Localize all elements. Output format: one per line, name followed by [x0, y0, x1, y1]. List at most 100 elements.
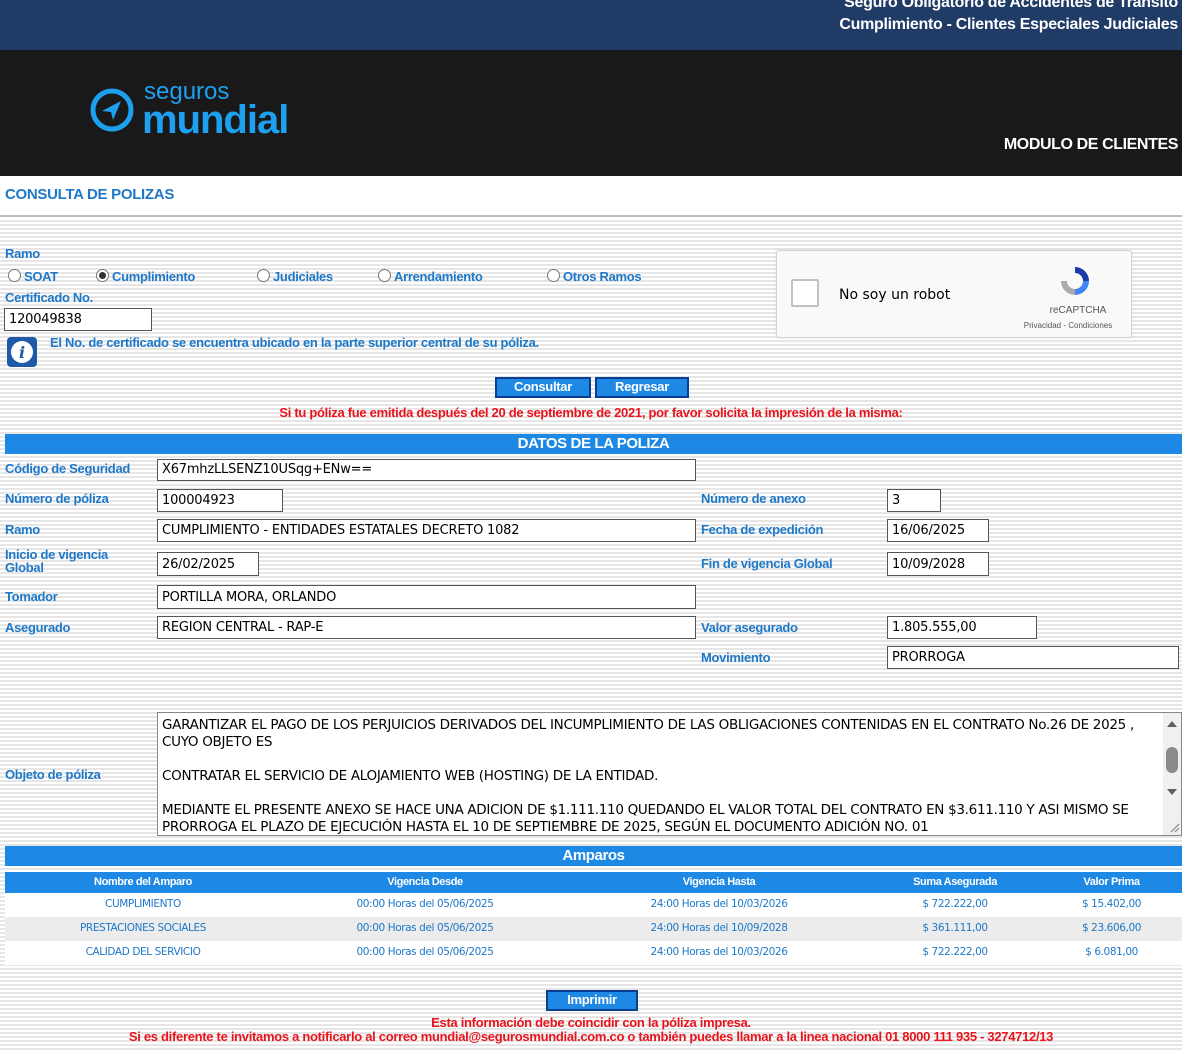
header-title-line1: Seguro Obligatorio de Accidentes de Trán…	[844, 0, 1178, 11]
radio-soat[interactable]: SOAT	[8, 269, 58, 284]
info-icon-glyph: i	[11, 341, 33, 363]
radio-otros-ramos-control[interactable]	[547, 269, 560, 282]
table-header: Nombre del Amparo Vigencia Desde Vigenci…	[5, 872, 1182, 893]
radio-arrendamiento-control[interactable]	[378, 269, 391, 282]
recaptcha-widget: No soy un robot reCAPTCHA Privacidad - C…	[776, 250, 1132, 338]
objeto-textarea[interactable]: GARANTIZAR EL PAGO DE LOS PERJUICIOS DER…	[157, 712, 1182, 836]
inicio-vigencia-field: 26/02/2025	[157, 552, 259, 576]
page-title: CONSULTA DE POLIZAS	[5, 186, 175, 203]
fin-vigencia-field: 10/09/2028	[887, 552, 989, 576]
recaptcha-links[interactable]: Privacidad - Condiciones	[1013, 321, 1123, 330]
radio-judiciales-control[interactable]	[257, 269, 270, 282]
certificado-label: Certificado No.	[5, 290, 93, 305]
table-row: CUMPLIMIENTO 00:00 Horas del 05/06/2025 …	[5, 893, 1182, 917]
recaptcha-checkbox[interactable]	[791, 279, 819, 307]
top-banner: Seguro Obligatorio de Accidentes de Trán…	[0, 0, 1182, 50]
cell-hasta: 24:00 Horas del 10/03/2026	[650, 946, 788, 958]
radio-arrendamiento-label: Arrendamiento	[394, 269, 483, 284]
info-text: El No. de certificado se encuentra ubica…	[50, 335, 539, 350]
col-desde: Vigencia Desde	[387, 876, 463, 888]
cell-suma: $ 722.222,00	[922, 898, 988, 910]
radio-soat-control[interactable]	[8, 269, 21, 282]
numero-poliza-field: 100004923	[157, 489, 283, 512]
valor-asegurado-field: 1.805.555,00	[887, 616, 1037, 639]
objeto-label: Objeto de póliza	[5, 767, 101, 782]
radio-soat-label: SOAT	[24, 269, 58, 284]
objeto-text: GARANTIZAR EL PAGO DE LOS PERJUICIOS DER…	[162, 717, 1134, 835]
cell-desde: 00:00 Horas del 05/06/2025	[356, 898, 494, 910]
compass-icon	[90, 88, 134, 132]
col-hasta: Vigencia Hasta	[682, 876, 756, 888]
scroll-up-icon[interactable]	[1167, 721, 1177, 727]
fecha-expedicion-label: Fecha de expedición	[701, 522, 824, 537]
codigo-label: Código de Seguridad	[5, 461, 131, 476]
svg-text:i: i	[19, 343, 25, 362]
section-amparos: Amparos	[5, 846, 1182, 866]
scroll-thumb[interactable]	[1166, 747, 1178, 773]
cell-nombre: PRESTACIONES SOCIALES	[80, 922, 206, 934]
section-datos-poliza: DATOS DE LA POLIZA	[5, 434, 1182, 454]
cell-prima: $ 15.402,00	[1081, 898, 1142, 910]
ramo-label: Ramo	[5, 246, 40, 261]
resize-grip-icon[interactable]	[1168, 821, 1180, 833]
tomador-label: Tomador	[5, 589, 58, 604]
numero-anexo-field: 3	[887, 489, 941, 512]
movimiento-field: PRORROGA	[887, 646, 1179, 669]
recaptcha-icon	[1061, 267, 1089, 295]
radio-judiciales-label: Judiciales	[273, 269, 333, 284]
radio-cumplimiento[interactable]: Cumplimiento	[96, 269, 195, 284]
objeto-viewport: GARANTIZAR EL PAGO DE LOS PERJUICIOS DER…	[158, 713, 1163, 835]
info-icon: i	[7, 337, 37, 367]
brand-bar: seguros mundial MODULO DE CLIENTES	[0, 50, 1182, 176]
regresar-button[interactable]: Regresar	[595, 377, 689, 398]
cell-prima: $ 6.081,00	[1085, 946, 1138, 958]
radio-otros-ramos-label: Otros Ramos	[563, 269, 642, 284]
numero-poliza-label: Número de póliza	[5, 491, 109, 506]
imprimir-button[interactable]: Imprimir	[546, 990, 638, 1011]
consultar-button[interactable]: Consultar	[495, 377, 591, 398]
logo-text-mundial: mundial	[142, 98, 289, 142]
footer-note-1: Esta información debe coincidir con la p…	[431, 1015, 751, 1030]
objeto-scrollbar[interactable]	[1163, 713, 1181, 835]
cell-hasta: 24:00 Horas del 10/03/2026	[650, 898, 788, 910]
cell-hasta: 24:00 Horas del 10/09/2028	[650, 922, 788, 934]
radio-cumplimiento-label: Cumplimiento	[112, 269, 196, 284]
divider	[0, 215, 1182, 217]
codigo-field: X67mhzLLSENZ10USqg+ENw==	[157, 459, 696, 481]
movimiento-label: Movimiento	[701, 650, 771, 665]
cell-suma: $ 722.222,00	[922, 946, 988, 958]
col-prima: Valor Prima	[1083, 876, 1140, 888]
table-row: PRESTACIONES SOCIALES 00:00 Horas del 05…	[5, 917, 1182, 941]
radio-arrendamiento[interactable]: Arrendamiento	[378, 269, 483, 284]
fecha-expedicion-field: 16/06/2025	[887, 519, 989, 542]
asegurado-field: REGION CENTRAL - RAP-E	[157, 616, 696, 639]
radio-cumplimiento-control[interactable]	[96, 269, 109, 282]
ramo-poliza-field: CUMPLIMIENTO - ENTIDADES ESTATALES DECRE…	[157, 519, 696, 542]
recaptcha-brand: reCAPTCHA	[1049, 305, 1107, 316]
notice-text: Si tu póliza fue emitida después del 20 …	[279, 405, 903, 420]
cell-desde: 00:00 Horas del 05/06/2025	[356, 922, 494, 934]
numero-anexo-label: Número de anexo	[701, 491, 806, 506]
inicio-vigencia-label: Inicio de vigencia Global	[5, 547, 108, 575]
asegurado-label: Asegurado	[5, 620, 71, 635]
scroll-down-icon[interactable]	[1167, 789, 1177, 795]
radio-judiciales[interactable]: Judiciales	[257, 269, 333, 284]
footer-note-2: Si es diferente te invitamos a notificar…	[128, 1029, 1054, 1044]
radio-otros-ramos[interactable]: Otros Ramos	[547, 269, 642, 284]
col-suma: Suma Asegurada	[913, 876, 997, 888]
fin-vigencia-label: Fin de vigencia Global	[701, 556, 833, 571]
recaptcha-text: No soy un robot	[839, 287, 951, 303]
module-title: MODULO DE CLIENTES	[1003, 136, 1179, 153]
cell-desde: 00:00 Horas del 05/06/2025	[356, 946, 494, 958]
cell-prima: $ 23.606,00	[1081, 922, 1142, 934]
cell-suma: $ 361.111,00	[922, 922, 988, 934]
valor-asegurado-label: Valor asegurado	[701, 620, 798, 635]
cell-nombre: CALIDAD DEL SERVICIO	[85, 946, 201, 958]
header-title-line2: Cumplimiento - Clientes Especiales Judic…	[839, 16, 1178, 33]
seguros-mundial-logo[interactable]: seguros mundial	[88, 80, 308, 142]
cell-nombre: CUMPLIMIENTO	[105, 898, 181, 910]
col-nombre: Nombre del Amparo	[94, 876, 192, 888]
certificado-input[interactable]: 120049838	[4, 308, 152, 331]
header-title: Seguro Obligatorio de Accidentes de Trán…	[839, 0, 1178, 36]
ramo-poliza-label: Ramo	[5, 522, 40, 537]
